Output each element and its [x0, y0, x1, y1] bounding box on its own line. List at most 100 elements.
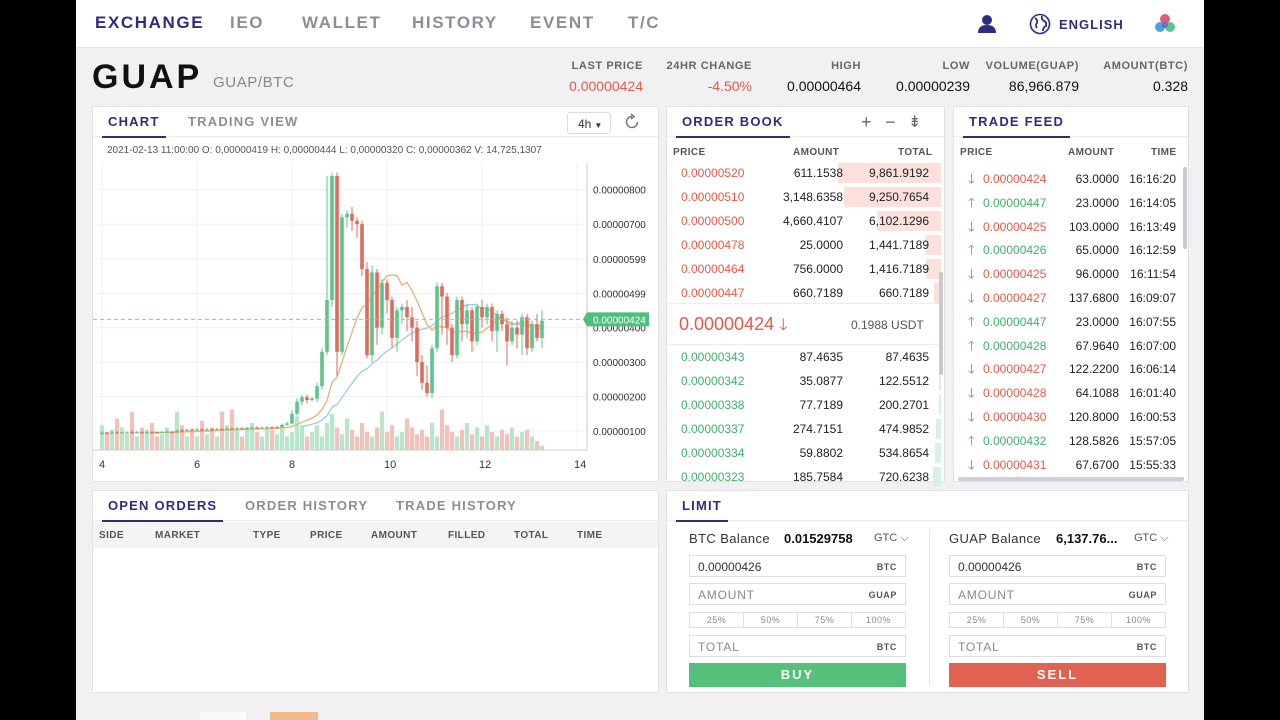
bid-price: 0.00000323: [681, 470, 745, 484]
bid-amount: 185.7584: [792, 470, 843, 484]
trade-time: 16:11:54: [1130, 267, 1176, 282]
stat-value: 0.00000464: [787, 78, 861, 94]
tab-order-history[interactable]: ORDER HISTORY: [245, 498, 368, 513]
candle-body: [495, 313, 499, 332]
candle-body: [145, 432, 149, 434]
trade-price: 0.00000426: [983, 243, 1047, 258]
ask-row[interactable]: 0.00000478 25.0000 1,441.7189: [667, 233, 943, 257]
candle-body: [410, 317, 414, 328]
trade-feed-hscrollbar[interactable]: [958, 477, 1184, 481]
interval-select[interactable]: 4h ▼: [567, 112, 611, 134]
y-tick-label: 0.00000599: [593, 255, 646, 266]
tab-limit[interactable]: LIMIT: [676, 498, 728, 522]
globe-icon[interactable]: [1029, 13, 1051, 35]
ask-row[interactable]: 0.00000520 611.1538 9,861.9192: [667, 161, 943, 185]
ask-row[interactable]: 0.00000447 660.7189 660.7189: [667, 281, 943, 305]
footer-tab-active[interactable]: [270, 712, 318, 720]
interval-value: 4h: [578, 117, 592, 131]
buy-pct-75[interactable]: 75%: [798, 613, 852, 627]
x-tick-label: 10: [384, 459, 396, 471]
btc-balance-label: BTC Balance: [689, 531, 770, 546]
trade-amount: 23.0000: [1075, 195, 1119, 210]
bid-row[interactable]: 0.00000334 59.8802 534.8654: [667, 441, 943, 465]
nav-event[interactable]: EVENT: [530, 13, 595, 33]
candle-body: [120, 432, 124, 434]
buy-total-input[interactable]: TOTAL BTC: [689, 635, 906, 657]
volume-bar: [274, 434, 280, 450]
volume-bar: [199, 420, 205, 450]
trade-amount: 65.0000: [1075, 243, 1119, 258]
tab-open-orders[interactable]: OPEN ORDERS: [101, 498, 224, 522]
buy-tif-select[interactable]: GTC ⌵: [874, 532, 909, 545]
volume-bar: [124, 434, 130, 450]
trade-time: 16:07:00: [1129, 338, 1176, 353]
tab-order-book[interactable]: ORDER BOOK: [676, 114, 790, 138]
price-chart[interactable]: 0.00000800 0.00000700 0.00000599 0.00000499…: [93, 155, 658, 481]
arrow-down-icon: 🡓: [968, 385, 975, 401]
depth-bar: [939, 395, 941, 415]
tab-chart[interactable]: CHART: [102, 114, 165, 138]
trade-row: 🡓 0.00000427 122.2200 16:06:14: [954, 357, 1186, 381]
nav-ieo[interactable]: IEO: [230, 13, 264, 33]
bid-row[interactable]: 0.00000338 77.7189 200.2701: [667, 393, 943, 417]
candle-body: [195, 429, 199, 431]
user-icon[interactable]: [978, 14, 996, 34]
nav-wallet[interactable]: WALLET: [302, 13, 381, 33]
trade-amount: 96.0000: [1075, 267, 1119, 282]
candle-body: [540, 320, 544, 338]
trade-price: 0.00000432: [983, 433, 1047, 448]
trade-time: 16:01:40: [1129, 386, 1176, 401]
buy-price-input[interactable]: 0.00000426 BTC: [689, 555, 906, 577]
arrow-down-icon: 🡓: [968, 218, 975, 234]
buy-price-value: 0.00000426: [698, 560, 762, 574]
candle-body: [250, 427, 254, 429]
sell-pct-100[interactable]: 100%: [1112, 613, 1165, 627]
sell-pct-25[interactable]: 25%: [950, 613, 1004, 627]
tab-trade-feed[interactable]: TRADE FEED: [962, 114, 1071, 138]
language-selector[interactable]: ENGLISH: [1059, 17, 1124, 32]
nav-tc[interactable]: T/C: [628, 13, 660, 33]
trade-feed-scrollbar[interactable]: [1183, 167, 1187, 249]
buy-amount-input[interactable]: AMOUNT GUAP: [689, 583, 906, 605]
reset-icon[interactable]: [623, 113, 641, 131]
buy-pct-25[interactable]: 25%: [690, 613, 744, 627]
nav-history[interactable]: HISTORY: [412, 13, 498, 33]
candle-body: [465, 310, 469, 325]
arrow-down-icon: 🡓: [968, 409, 975, 424]
bid-row[interactable]: 0.00000337 274.7151 474.9852: [667, 417, 943, 441]
trade-time: 16:00:53: [1129, 410, 1176, 424]
buy-pct-50[interactable]: 50%: [744, 613, 798, 627]
zoom-in-icon[interactable]: +: [861, 112, 872, 133]
nav-exchange[interactable]: EXCHANGE: [95, 13, 204, 33]
sell-tif-select[interactable]: GTC ⌵: [1134, 532, 1169, 545]
bid-row[interactable]: 0.00000323 185.7584 720.6238: [667, 465, 943, 489]
tab-trade-history[interactable]: TRADE HISTORY: [396, 498, 517, 513]
sell-amount-input[interactable]: AMOUNT GUAP: [949, 583, 1166, 605]
sell-pct-50[interactable]: 50%: [1004, 613, 1058, 627]
buy-pct-100[interactable]: 100%: [852, 613, 905, 627]
bid-row[interactable]: 0.00000343 87.4635 87.4635: [667, 345, 943, 369]
ask-row[interactable]: 0.00000464 756.0000 1,416.7189: [667, 257, 943, 281]
arrow-down-icon: 🡓: [968, 266, 975, 282]
footer-tab[interactable]: [200, 712, 246, 720]
sell-button[interactable]: SELL: [949, 663, 1166, 687]
bid-row[interactable]: 0.00000342 35.0877 122.5512: [667, 369, 943, 393]
y-tick-label: 0.00000499: [593, 289, 646, 300]
sell-price-input[interactable]: 0.00000426 BTC: [949, 555, 1166, 577]
ask-row[interactable]: 0.00000510 3,148.6358 9,250.7654: [667, 185, 943, 209]
candle-body: [535, 324, 539, 338]
tab-trading-view[interactable]: TRADING VIEW: [188, 114, 298, 129]
collapse-icon[interactable]: ⇟: [908, 112, 921, 132]
volume-bar: [404, 418, 410, 450]
candle-body: [155, 432, 159, 434]
sell-total-input[interactable]: TOTAL BTC: [949, 635, 1166, 657]
order-book-scrollbar[interactable]: [939, 272, 943, 375]
apps-icon[interactable]: [1154, 13, 1176, 35]
volume-bar: [349, 429, 355, 450]
zoom-out-icon[interactable]: −: [885, 112, 896, 133]
candle-body: [350, 213, 354, 221]
buy-button[interactable]: BUY: [689, 663, 906, 687]
candle-body: [450, 327, 454, 356]
sell-pct-75[interactable]: 75%: [1058, 613, 1112, 627]
ask-row[interactable]: 0.00000500 4,660.4107 6,102.1296: [667, 209, 943, 233]
